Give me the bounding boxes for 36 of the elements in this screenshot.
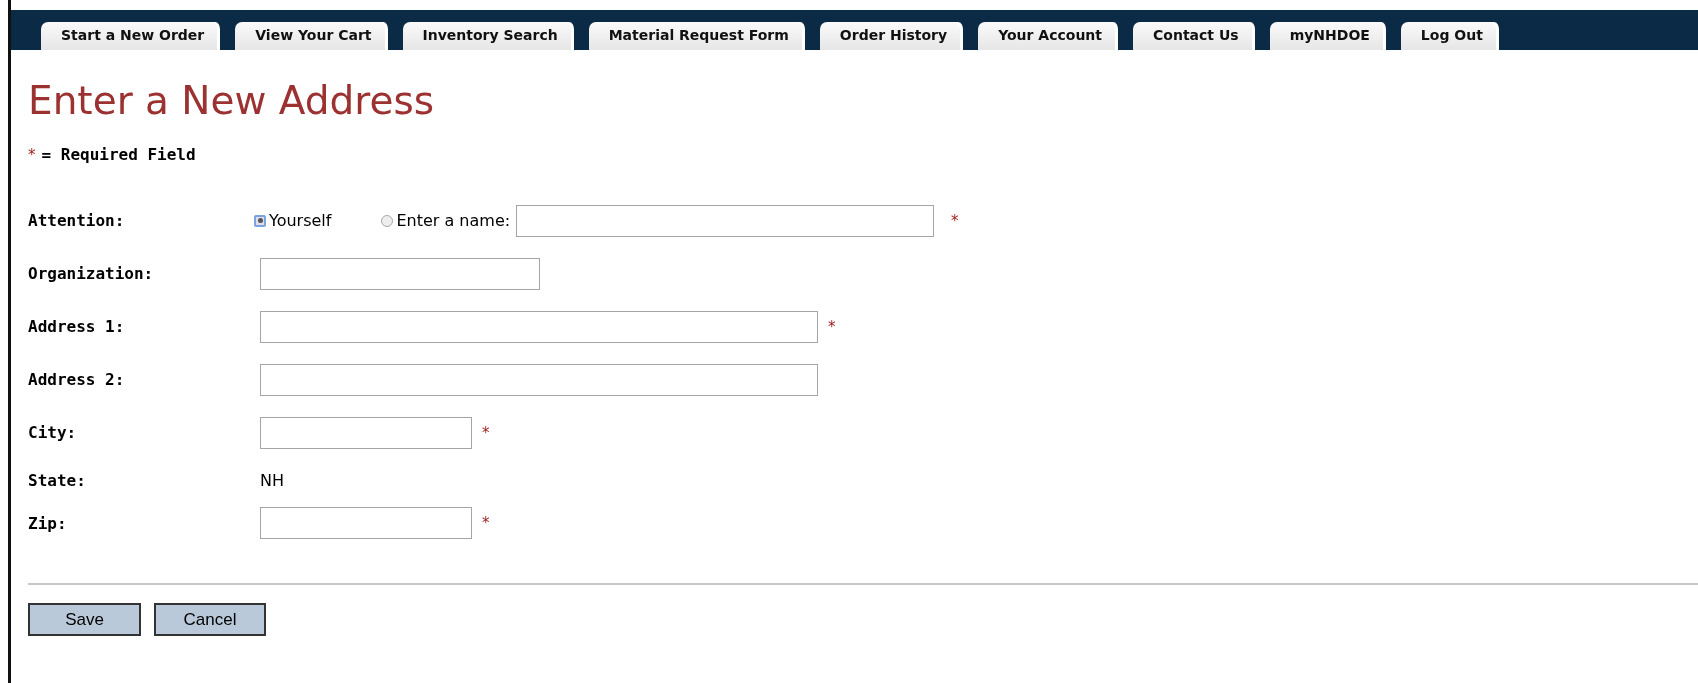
page-title: Enter a New Address bbox=[28, 78, 436, 123]
field-label: Address 2: bbox=[28, 370, 126, 389]
form-button[interactable]: Cancel bbox=[154, 603, 266, 636]
radio-label: Enter a name: bbox=[396, 211, 511, 230]
field-label: Organization: bbox=[28, 264, 155, 283]
nav-tab[interactable]: Inventory Search bbox=[402, 22, 576, 50]
required-mark: * bbox=[951, 211, 959, 230]
input-field[interactable] bbox=[260, 257, 540, 290]
nav-tab[interactable]: myNHDOE bbox=[1269, 22, 1388, 50]
required-mark: * bbox=[482, 514, 490, 532]
nav-tab[interactable]: View Your Cart bbox=[235, 22, 390, 50]
required-mark: * bbox=[482, 423, 490, 442]
input-field[interactable] bbox=[260, 416, 472, 449]
field-label: State: bbox=[28, 470, 87, 490]
form-button[interactable]: Save bbox=[28, 603, 141, 636]
nav-tab[interactable]: Order History bbox=[819, 22, 966, 50]
input-field[interactable] bbox=[260, 507, 472, 539]
input-field[interactable] bbox=[260, 310, 818, 343]
field-value: NH bbox=[260, 470, 284, 490]
field-label: City: bbox=[28, 423, 78, 442]
nav-tab[interactable]: Contact Us bbox=[1133, 22, 1257, 50]
field-label: Zip: bbox=[28, 513, 68, 533]
required-legend: = Required Field bbox=[41, 145, 196, 164]
nav-tab[interactable]: Start a New Order bbox=[41, 22, 223, 50]
required-mark: * bbox=[28, 146, 36, 164]
required-mark: * bbox=[828, 317, 836, 336]
nav-tab[interactable]: Log Out bbox=[1400, 22, 1501, 50]
radio-button[interactable] bbox=[381, 214, 394, 227]
field-label: Attention: bbox=[28, 211, 126, 230]
nav-tab[interactable]: Your Account bbox=[978, 22, 1121, 50]
name-input-field[interactable] bbox=[516, 204, 935, 237]
field-label: Address 1: bbox=[28, 317, 126, 336]
nav-tab[interactable]: Material Request Form bbox=[588, 22, 807, 50]
radio-label: Yourself bbox=[269, 211, 332, 230]
input-field[interactable] bbox=[260, 363, 818, 396]
radio-button[interactable] bbox=[254, 214, 266, 227]
